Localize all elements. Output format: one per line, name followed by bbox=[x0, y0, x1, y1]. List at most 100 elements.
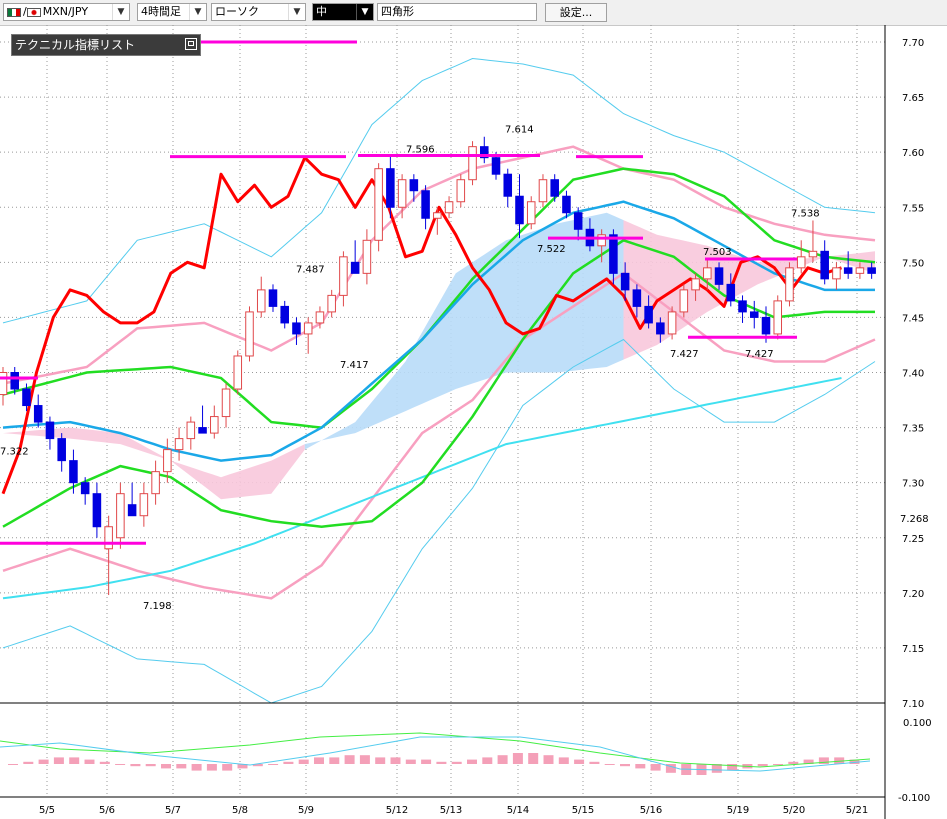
oscillator-bar bbox=[130, 764, 141, 767]
candle-body bbox=[538, 179, 548, 203]
candle-body bbox=[515, 195, 524, 225]
candle-body bbox=[785, 267, 794, 302]
candle-body bbox=[0, 372, 8, 396]
oscillator-bar bbox=[620, 764, 630, 767]
chevron-down-icon: ▼ bbox=[288, 4, 305, 20]
oscillator-bar bbox=[390, 757, 401, 764]
candle-body bbox=[573, 212, 583, 230]
candle-body bbox=[620, 272, 630, 291]
candle-body bbox=[92, 493, 102, 528]
candle-body bbox=[10, 372, 20, 390]
price-annotation: 7.522 bbox=[537, 244, 566, 255]
oscillator-bar bbox=[298, 759, 309, 764]
shape-field[interactable]: 四角形 bbox=[377, 3, 537, 21]
x-tick-label: 5/15 bbox=[572, 805, 594, 816]
oscillator-bar bbox=[283, 761, 294, 764]
chart-style-select[interactable]: ローソク ▼ bbox=[211, 3, 306, 21]
y-tick-label: 7.10 bbox=[902, 699, 924, 710]
oscillator-bar bbox=[329, 757, 340, 764]
x-tick-label: 5/13 bbox=[440, 805, 462, 816]
candle-body bbox=[280, 305, 289, 324]
mexico-flag-icon bbox=[7, 7, 21, 17]
candle-body bbox=[691, 278, 700, 291]
chevron-down-icon: ▼ bbox=[112, 4, 129, 20]
candle-body bbox=[550, 179, 559, 197]
candle-body bbox=[456, 179, 466, 203]
candle-body bbox=[738, 300, 747, 313]
oscillator-bar bbox=[589, 761, 600, 764]
candle-body bbox=[749, 311, 759, 318]
price-annotation: 7.487 bbox=[296, 265, 325, 276]
oscillator-bar bbox=[8, 764, 18, 765]
y-tick-label: 7.40 bbox=[902, 369, 924, 380]
candle-body bbox=[127, 504, 137, 517]
candle-body bbox=[421, 190, 430, 219]
oscillator-signal-line bbox=[0, 732, 871, 768]
oscillator-bar bbox=[222, 764, 233, 771]
x-tick-label: 5/5 bbox=[39, 805, 55, 816]
candle-body bbox=[350, 261, 360, 274]
candle-body bbox=[808, 250, 818, 258]
oscillator-bar bbox=[497, 755, 508, 764]
x-tick-label: 5/14 bbox=[507, 805, 529, 816]
pair-select[interactable]: / MXN/JPY ▼ bbox=[3, 3, 130, 21]
candle-body bbox=[656, 322, 665, 335]
japan-flag-icon bbox=[26, 7, 41, 17]
pair-label: MXN/JPY bbox=[42, 5, 89, 18]
oscillator-bar bbox=[344, 755, 355, 764]
timeframe-select[interactable]: 4時間足 ▼ bbox=[137, 3, 207, 21]
candle-body bbox=[714, 267, 724, 285]
oscillator-bar bbox=[773, 764, 783, 765]
candle-body bbox=[609, 234, 618, 274]
candle-body bbox=[796, 256, 806, 269]
chevron-down-icon: ▼ bbox=[189, 4, 206, 20]
oscillator-bar bbox=[467, 759, 477, 764]
price-annotation: 7.198 bbox=[143, 601, 172, 612]
candle-body bbox=[468, 146, 477, 181]
settings-button[interactable]: 設定... bbox=[545, 3, 607, 22]
price-annotation: 7.614 bbox=[505, 125, 534, 136]
oscillator-bar bbox=[451, 761, 462, 764]
candle-body bbox=[832, 267, 841, 280]
x-tick-label: 5/19 bbox=[727, 805, 749, 816]
oscillator-panel bbox=[0, 732, 871, 775]
indicator-list-label: テクニカル指標リスト bbox=[15, 38, 136, 52]
y-tick-label: 7.60 bbox=[902, 148, 924, 159]
oscillator-bar bbox=[574, 759, 585, 764]
indicator-list-button[interactable]: テクニカル指標リスト bbox=[11, 34, 201, 56]
candle-body bbox=[163, 449, 172, 473]
candle-body bbox=[210, 416, 219, 434]
candle-body bbox=[679, 289, 689, 313]
candle-body bbox=[57, 438, 66, 462]
settings-label: 設定... bbox=[559, 6, 593, 19]
x-tick-label: 5/9 bbox=[298, 805, 314, 816]
oscillator-bar bbox=[84, 759, 95, 764]
x-tick-label: 5/6 bbox=[99, 805, 115, 816]
candle-body bbox=[303, 322, 313, 335]
candle-body bbox=[174, 438, 184, 451]
candle-body bbox=[45, 421, 55, 440]
candle-body bbox=[562, 195, 571, 214]
sub-tick-label: -0.100 bbox=[898, 793, 930, 804]
sub-tick-label: 0.100 bbox=[903, 718, 932, 729]
oscillator-bar bbox=[604, 764, 615, 765]
candle-body bbox=[726, 283, 736, 302]
oscillator-bar bbox=[115, 764, 126, 765]
timeframe-label: 4時間足 bbox=[141, 5, 181, 18]
candle-body bbox=[597, 234, 606, 247]
candle-body bbox=[151, 471, 160, 495]
oscillator-bar bbox=[99, 761, 110, 764]
oscillator-bar bbox=[314, 757, 324, 764]
price-annotation: 7.417 bbox=[340, 360, 369, 371]
y-tick-label: 7.55 bbox=[902, 203, 924, 214]
size-select[interactable]: 中 ▼ bbox=[312, 3, 374, 21]
candle-body bbox=[327, 294, 336, 313]
window-icon bbox=[185, 38, 197, 50]
toolbar: / MXN/JPY ▼ 4時間足 ▼ ローソク ▼ 中 ▼ 四角形 設定... bbox=[0, 0, 947, 26]
oscillator-bar bbox=[268, 764, 279, 765]
candle-body bbox=[855, 267, 865, 274]
chart-grid bbox=[0, 25, 885, 795]
candle-body bbox=[315, 311, 325, 324]
candle-body bbox=[362, 239, 372, 274]
oscillator-bar bbox=[482, 757, 493, 764]
